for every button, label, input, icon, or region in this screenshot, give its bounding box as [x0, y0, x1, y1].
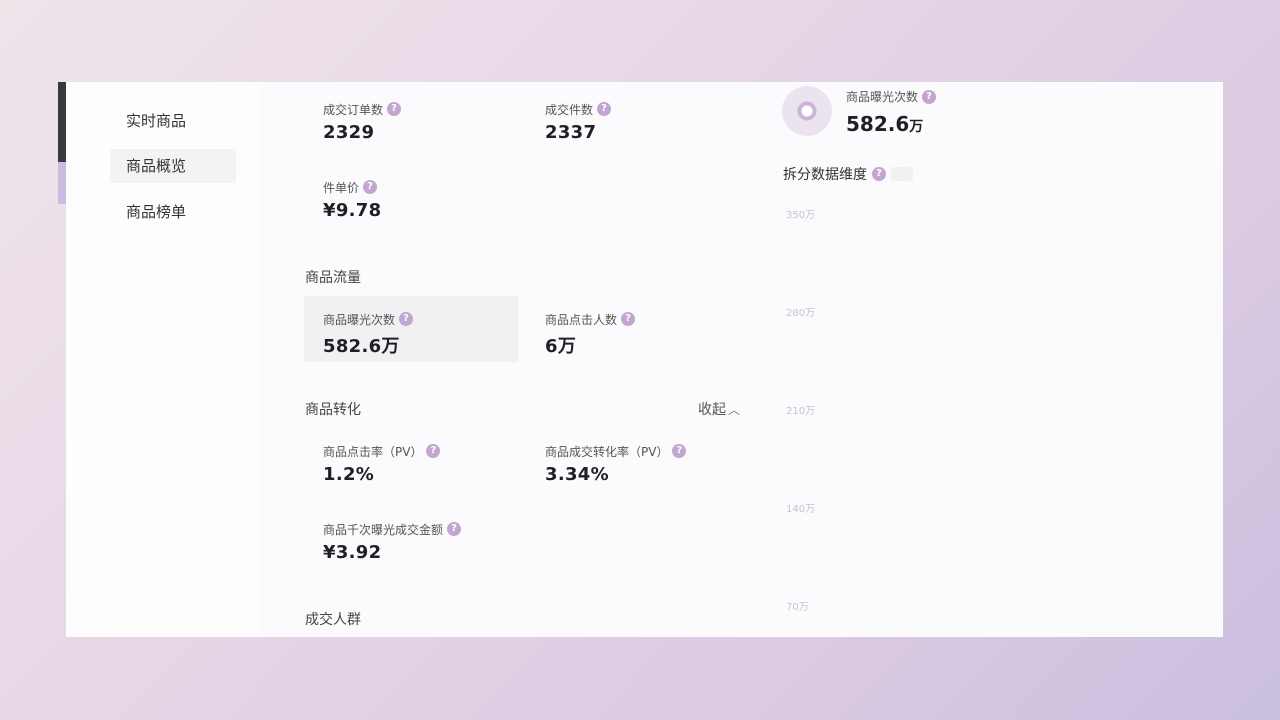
question-circle-icon[interactable]: ?	[426, 444, 441, 458]
metric-label: 商品点击人数	[545, 312, 618, 327]
metric-label: 商品千次曝光成交金额	[323, 522, 444, 537]
sidebar-item-product-ranking[interactable]: 商品榜单	[110, 195, 236, 229]
question-circle-icon[interactable]: ?	[399, 312, 414, 326]
sidebar-item-realtime-products[interactable]: 实时商品	[110, 104, 236, 138]
right-metric-value: 582.6	[846, 112, 910, 136]
right-metric-label: 商品曝光次数	[846, 90, 919, 104]
metric-clicks[interactable]: 商品点击人数 ? 6万	[545, 310, 636, 358]
right-metric-value-row: 582.6万	[846, 112, 923, 136]
metric-gpm: 商品千次曝光成交金额 ? ¥3.92	[323, 520, 462, 563]
question-circle-icon[interactable]: ?	[447, 522, 462, 536]
y-axis-tick: 280万	[786, 308, 816, 319]
y-axis-tick: 350万	[786, 210, 816, 221]
metric-value: 582.6万	[323, 336, 400, 357]
sidebar-item-product-overview[interactable]: 商品概览	[110, 149, 236, 183]
y-axis-tick: 140万	[786, 504, 816, 515]
question-circle-icon[interactable]: ?	[597, 102, 612, 116]
metric-orders: 成交订单数 ? 2329	[323, 100, 402, 143]
dimension-selector[interactable]	[891, 167, 913, 181]
metric-value: 2337	[545, 122, 597, 143]
metric-label: 商品成交转化率（PV）	[545, 444, 669, 459]
metric-label: 商品点击率（PV）	[323, 444, 423, 459]
metric-value: 3.34%	[545, 464, 609, 485]
section-title-conversion: 商品转化	[305, 402, 361, 418]
metric-label: 件单价	[323, 180, 360, 195]
question-circle-icon[interactable]: ?	[363, 180, 378, 194]
section-title-audience: 成交人群	[305, 612, 361, 628]
metric-value: 1.2%	[323, 464, 375, 485]
question-circle-icon[interactable]: ?	[922, 89, 937, 104]
window-edge-strip	[58, 82, 66, 162]
metric-label: 成交订单数	[323, 102, 384, 117]
metric-label: 商品曝光次数	[323, 312, 396, 327]
metric-items: 成交件数 ? 2337	[545, 100, 612, 143]
section-title-traffic: 商品流量	[305, 270, 361, 286]
analytics-window: 实时商品 商品概览 商品榜单 成交订单数 ? 2329 成交件数 ? 2337 …	[66, 82, 1223, 637]
window-edge-accent	[58, 162, 66, 204]
y-axis-tick: 210万	[786, 406, 816, 417]
split-dimension-title: 拆分数据维度	[783, 167, 867, 183]
metric-value: ¥3.92	[323, 542, 382, 563]
question-circle-icon[interactable]: ?	[672, 444, 687, 458]
collapse-button[interactable]: 收起 ︿	[698, 399, 740, 419]
collapse-label: 收起	[698, 402, 726, 418]
right-metric-unit: 万	[909, 119, 924, 135]
metric-exposure[interactable]: 商品曝光次数 ? 582.6万	[323, 310, 414, 358]
metric-ctr: 商品点击率（PV） ? 1.2%	[323, 442, 441, 485]
metric-value: 2329	[323, 122, 375, 143]
metric-unit-price: 件单价 ? ¥9.78	[323, 178, 381, 221]
chevron-up-icon: ︿	[728, 402, 741, 417]
metric-value: ¥9.78	[323, 200, 382, 221]
ring-chart-icon	[782, 86, 832, 136]
question-circle-icon[interactable]: ?	[621, 312, 636, 326]
sidebar: 实时商品 商品概览 商品榜单	[66, 82, 261, 637]
metric-label: 成交件数	[545, 102, 594, 117]
question-circle-icon[interactable]: ?	[872, 167, 886, 181]
right-metric-label-row: 商品曝光次数 ?	[846, 88, 937, 105]
y-axis-tick: 70万	[786, 602, 809, 613]
metric-cvr: 商品成交转化率（PV） ? 3.34%	[545, 442, 687, 485]
metric-value: 6万	[545, 336, 577, 357]
question-circle-icon[interactable]: ?	[387, 102, 402, 116]
split-dimension-header: 拆分数据维度 ?	[783, 164, 913, 184]
